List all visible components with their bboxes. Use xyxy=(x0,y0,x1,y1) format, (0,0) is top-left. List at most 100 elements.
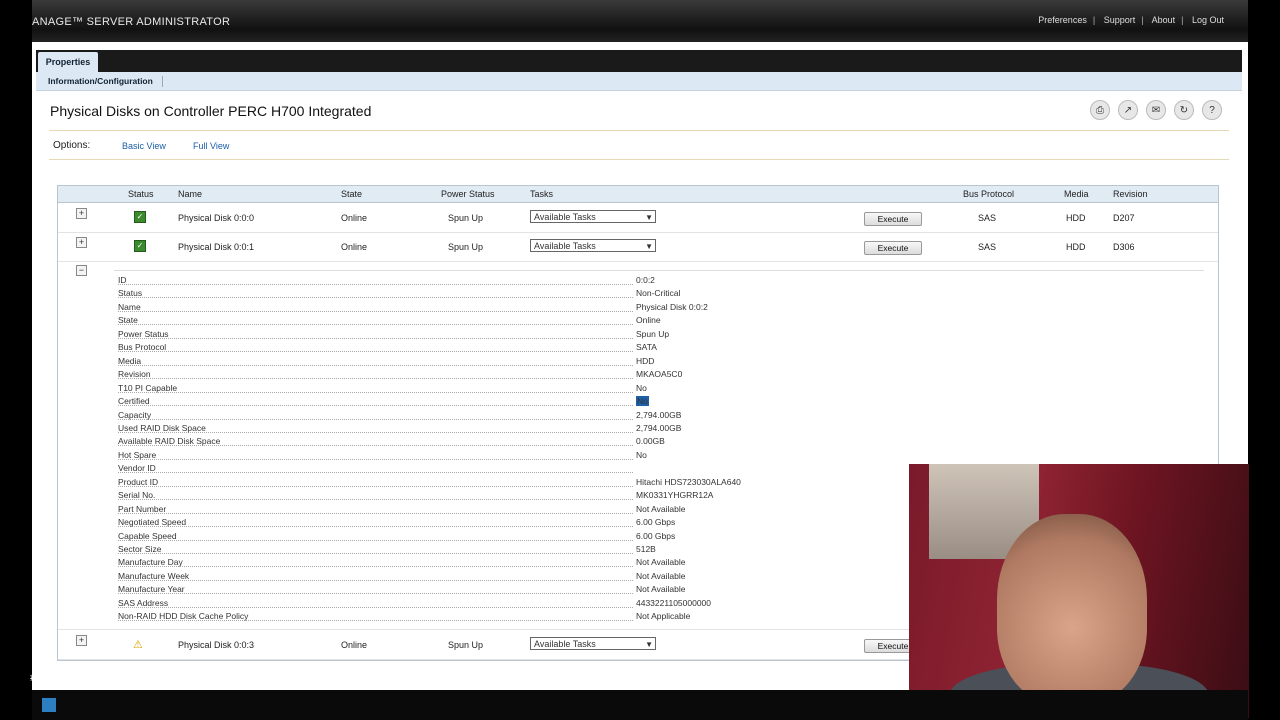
header-links: Preferences | Support | About | Log Out xyxy=(1038,15,1224,25)
detail-key: Media xyxy=(118,355,142,366)
chevron-down-icon: ▼ xyxy=(645,640,653,649)
detail-key: Bus Protocol xyxy=(118,342,167,353)
expand-icon[interactable]: + xyxy=(76,208,87,219)
tasks-select[interactable]: Available Tasks ▼ xyxy=(530,637,656,650)
chevron-down-icon: ▼ xyxy=(645,213,653,222)
print-icon[interactable]: ⎙ xyxy=(1090,100,1110,120)
full-view-link[interactable]: Full View xyxy=(193,141,229,151)
detail-key: Hot Spare xyxy=(118,449,157,460)
detail-value: MKAOA5C0 xyxy=(636,369,683,380)
preferences-link[interactable]: Preferences xyxy=(1038,15,1087,25)
execute-button[interactable]: Execute xyxy=(864,241,922,255)
taskbar xyxy=(32,690,1248,720)
col-status[interactable]: Status xyxy=(128,189,154,199)
detail-value: MK0331YHGRR12A xyxy=(636,490,714,501)
webcam-overlay xyxy=(909,464,1249,718)
detail-value: 6.00 Gbps xyxy=(636,530,676,541)
email-icon[interactable]: ✉ xyxy=(1146,100,1166,120)
chevron-down-icon: ▼ xyxy=(645,242,653,251)
detail-key: Used RAID Disk Space xyxy=(118,422,206,433)
disk-revision: D207 xyxy=(1113,213,1135,223)
detail-value: Not Available xyxy=(636,584,686,595)
detail-key: Power Status xyxy=(118,328,169,339)
detail-row: Media HDD xyxy=(118,356,1198,369)
disk-name: Physical Disk 0:0:3 xyxy=(178,640,255,650)
detail-row: T10 PI Capable No xyxy=(118,383,1198,396)
detail-key: SAS Address xyxy=(118,597,169,608)
detail-value: Online xyxy=(636,315,661,326)
detail-value: HDD xyxy=(636,355,655,366)
detail-row: Power Status Spun Up xyxy=(118,329,1198,342)
detail-row: ID 0:0:2 xyxy=(118,275,1198,288)
table-row: + ✓ Physical Disk 0:0:0 Online Spun Up A… xyxy=(58,203,1218,233)
detail-key: Manufacture Year xyxy=(118,584,185,595)
col-bus-protocol[interactable]: Bus Protocol xyxy=(963,189,1014,199)
about-link[interactable]: About xyxy=(1152,15,1176,25)
disk-bus: SAS xyxy=(978,242,997,252)
table-header: Status Name State Power Status Tasks Bus… xyxy=(58,186,1218,203)
detail-value: 0:0:2 xyxy=(636,275,655,285)
options-bar: Options: Basic View Full View xyxy=(49,130,1229,160)
status-ok-icon: ✓ xyxy=(134,211,146,223)
cursor-artifact: # xyxy=(30,672,37,684)
collapse-icon[interactable]: − xyxy=(76,265,87,276)
detail-key: Available RAID Disk Space xyxy=(118,436,221,447)
options-label: Options: xyxy=(53,140,91,151)
disk-media: HDD xyxy=(1066,242,1086,252)
detail-value: Not Available xyxy=(636,503,686,514)
refresh-icon[interactable]: ↻ xyxy=(1174,100,1194,120)
person-face xyxy=(997,514,1147,704)
detail-value: No xyxy=(636,396,649,407)
col-state[interactable]: State xyxy=(341,189,362,199)
expand-icon[interactable]: + xyxy=(76,237,87,248)
tasks-select[interactable]: Available Tasks ▼ xyxy=(530,239,656,252)
detail-value: Not Available xyxy=(636,570,686,581)
detail-row: Capacity 2,794.00GB xyxy=(118,410,1198,423)
detail-key: Part Number xyxy=(118,503,167,514)
disk-revision: D306 xyxy=(1113,242,1135,252)
disk-state: Online xyxy=(341,242,368,252)
detail-value: 2,794.00GB xyxy=(636,422,682,433)
tab-properties[interactable]: Properties xyxy=(38,52,98,72)
detail-key: Sector Size xyxy=(118,544,162,554)
tasks-select[interactable]: Available Tasks ▼ xyxy=(530,210,656,223)
detail-row: Used RAID Disk Space 2,794.00GB xyxy=(118,423,1198,436)
detail-value: Spun Up xyxy=(636,328,670,339)
subtab-information-configuration[interactable]: Information/Configuration xyxy=(48,76,153,86)
expand-icon[interactable]: + xyxy=(76,635,87,646)
col-power-status[interactable]: Power Status xyxy=(441,189,495,199)
disk-state: Online xyxy=(341,213,368,223)
detail-value: 6.00 Gbps xyxy=(636,517,676,528)
status-ok-icon: ✓ xyxy=(134,240,146,252)
app-brand: ANAGE™ SERVER ADMINISTRATOR xyxy=(32,16,231,28)
execute-button[interactable]: Execute xyxy=(864,212,922,226)
detail-key: Capable Speed xyxy=(118,530,177,541)
sub-tab-bar: Information/Configuration xyxy=(36,72,1242,91)
basic-view-link[interactable]: Basic View xyxy=(122,141,166,151)
detail-key: State xyxy=(118,315,138,326)
detail-row: State Online xyxy=(118,315,1198,328)
app-taskbar-icon[interactable] xyxy=(42,698,56,712)
col-tasks[interactable]: Tasks xyxy=(530,189,553,199)
disk-name: Physical Disk 0:0:0 xyxy=(178,213,255,223)
export-icon[interactable]: ↗ xyxy=(1118,100,1138,120)
disk-media: HDD xyxy=(1066,213,1086,223)
detail-row: Available RAID Disk Space 0.00GB xyxy=(118,436,1198,449)
detail-key: Status xyxy=(118,288,143,299)
disk-power: Spun Up xyxy=(448,213,484,223)
detail-key: Product ID xyxy=(118,476,159,487)
detail-value: Not Available xyxy=(636,557,686,568)
col-name[interactable]: Name xyxy=(178,189,202,199)
col-media[interactable]: Media xyxy=(1064,189,1089,199)
detail-value: Physical Disk 0:0:2 xyxy=(636,301,708,312)
col-revision[interactable]: Revision xyxy=(1113,189,1148,199)
disk-power: Spun Up xyxy=(448,242,484,252)
detail-key: ID xyxy=(118,275,127,285)
detail-key: Capacity xyxy=(118,409,152,420)
help-icon[interactable]: ? xyxy=(1202,100,1222,120)
disk-state: Online xyxy=(341,640,368,650)
support-link[interactable]: Support xyxy=(1104,15,1136,25)
logout-link[interactable]: Log Out xyxy=(1192,15,1224,25)
warning-icon: ⚠ xyxy=(133,639,143,651)
detail-row: Revision MKAOA5C0 xyxy=(118,369,1198,382)
